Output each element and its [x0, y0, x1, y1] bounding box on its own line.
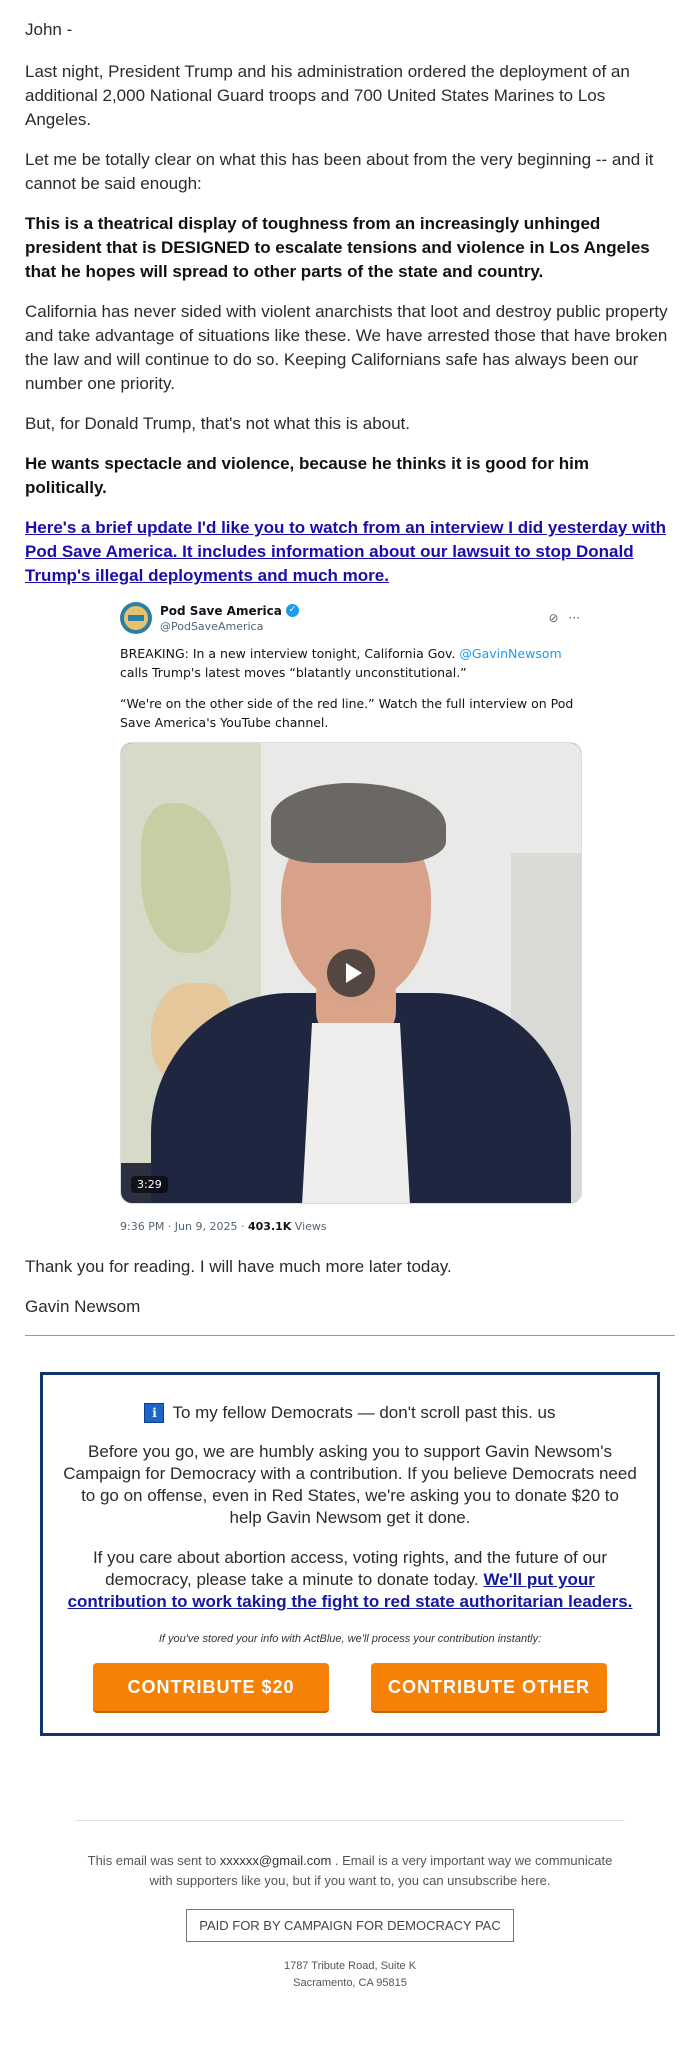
tweet-views-count: 403.1K [247, 1220, 292, 1233]
grok-icon[interactable]: ⊘ [548, 611, 558, 625]
tweet-text: BREAKING: In a new interview tonight, Ca… [120, 644, 580, 732]
actblue-note: If you've stored your info with ActBlue,… [158, 1633, 542, 1645]
promo-paragraph-2: If you care about abortion access, votin… [63, 1547, 637, 1613]
greeting: John - [25, 20, 73, 39]
email-body: John - Last night, President Trump and h… [0, 0, 700, 1319]
verified-badge-icon: ✓ [285, 604, 299, 617]
info-icon: i [144, 1403, 165, 1423]
tweet-timestamp[interactable]: 9:36 PM · Jun 9, 2025 · [120, 1220, 248, 1233]
divider [25, 1335, 675, 1336]
closing-text: Thank you for reading. I will have much … [25, 1257, 452, 1276]
tweet-mention[interactable]: @GavinNewsom [459, 646, 561, 661]
contribute-20-button[interactable]: CONTRIBUTE $20 [93, 1663, 329, 1711]
promo-title: To my fellow Democrats — don't scroll pa… [172, 1403, 556, 1422]
paragraph-spectacle: He wants spectacle and violence, because… [25, 454, 589, 497]
footer: This email was sent to xxxxxx@gmail.com … [75, 1820, 625, 1992]
mailing-address: 1787 Tribute Road, Suite K Sacramento, C… [283, 1960, 417, 1989]
tweet-video[interactable]: 3:29 [120, 742, 582, 1204]
paragraph-deployment: Last night, President Trump and his admi… [25, 62, 630, 129]
recipient-email: xxxxxx@gmail.com [219, 1853, 332, 1868]
paid-for-disclaimer: PAID FOR BY CAMPAIGN FOR DEMOCRACY PAC [186, 1909, 514, 1942]
paragraph-clear: Let me be totally clear on what this has… [25, 150, 654, 193]
embedded-tweet[interactable]: Pod Save America ✓ @PodSaveAmerica ⊘ ··· … [120, 598, 582, 1233]
tweet-meta: 9:36 PM · Jun 9, 2025 · 403.1K Views [120, 1220, 580, 1233]
more-icon[interactable]: ··· [569, 611, 580, 625]
avatar[interactable] [120, 602, 152, 634]
tweet-author-handle[interactable]: @PodSaveAmerica [160, 620, 548, 633]
contribute-other-button[interactable]: CONTRIBUTE OTHER [371, 1663, 607, 1711]
play-icon[interactable] [327, 949, 375, 997]
interview-link[interactable]: Here's a brief update I'd like you to wa… [25, 518, 666, 585]
tweet-author-name[interactable]: Pod Save America [160, 604, 282, 618]
footer-sent-text: This email was sent to xxxxxx@gmail.com … [87, 1853, 613, 1888]
tweet-header: Pod Save America ✓ @PodSaveAmerica ⊘ ··· [120, 598, 580, 638]
signature: Gavin Newsom [25, 1297, 141, 1316]
video-duration: 3:29 [131, 1176, 168, 1193]
paragraph-california: California has never sided with violent … [25, 302, 668, 393]
tweet-text-2: “We're on the other side of the red line… [120, 696, 574, 730]
tweet-text-before: BREAKING: In a new interview tonight, Ca… [120, 646, 460, 661]
donation-box: i To my fellow Democrats — don't scroll p… [40, 1372, 660, 1736]
tweet-text-after: calls Trump's latest moves “blatantly un… [120, 665, 467, 680]
paragraph-trump: But, for Donald Trump, that's not what t… [25, 414, 410, 433]
tweet-views-label: Views [291, 1220, 327, 1233]
paragraph-theatrical: This is a theatrical display of toughnes… [25, 214, 650, 281]
promo-paragraph-1: Before you go, we are humbly asking you … [63, 1442, 637, 1527]
